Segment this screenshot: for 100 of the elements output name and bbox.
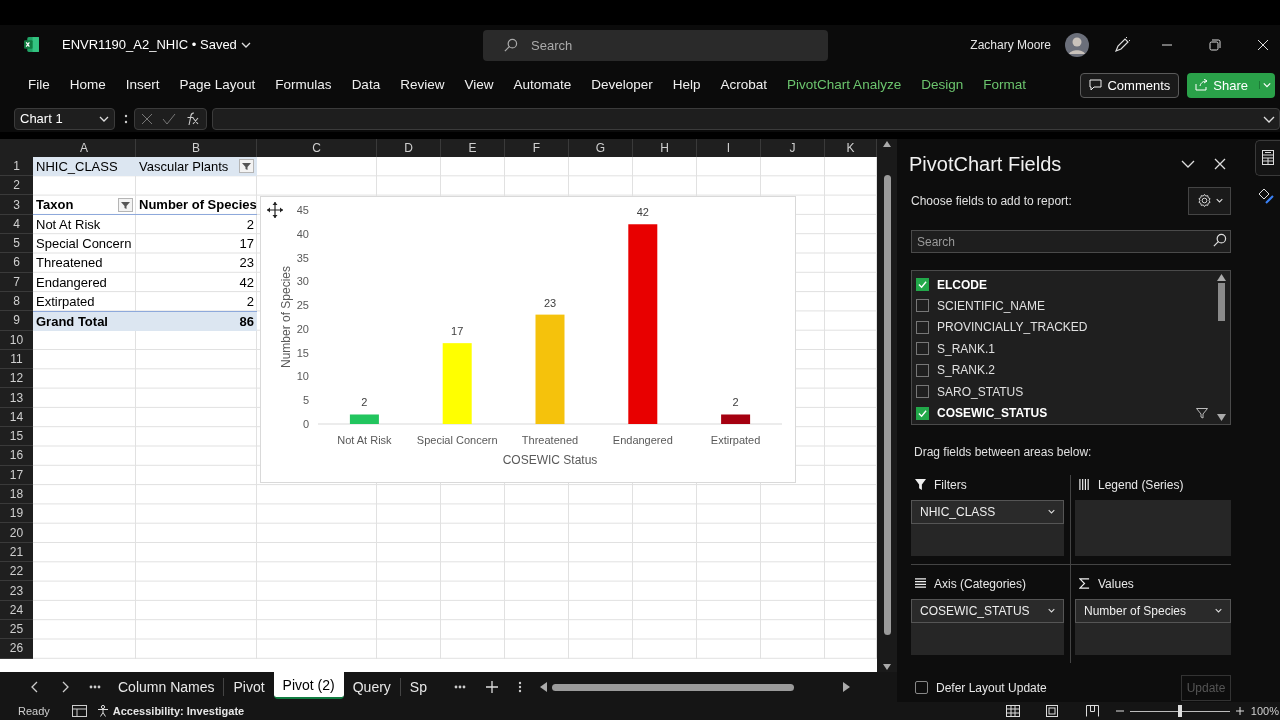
area-field-dropdown[interactable]: COSEWIC_STATUS (911, 598, 1064, 623)
scroll-right-icon[interactable] (843, 682, 850, 693)
row-header[interactable]: 13 (0, 388, 33, 408)
scrollbar-thumb[interactable] (1217, 283, 1225, 322)
drop-area[interactable]: NHIC_CLASS (911, 499, 1064, 556)
row-header[interactable]: 16 (0, 446, 33, 466)
row-header[interactable]: 3 (0, 195, 33, 215)
field-checkbox[interactable] (916, 342, 929, 356)
zoom-in-icon[interactable] (1235, 707, 1244, 716)
column-header[interactable]: F (505, 138, 569, 157)
expand-icon[interactable] (1263, 114, 1275, 124)
ribbon-tab[interactable]: Page Layout (169, 75, 266, 96)
document-title[interactable]: ENVR1190_A2_NHIC • Saved (62, 34, 251, 55)
area-field-dropdown[interactable]: NHIC_CLASS (911, 499, 1064, 524)
scroll-left-icon[interactable] (540, 682, 547, 693)
field-name[interactable]: SARO_STATUS (937, 382, 1024, 401)
row-header[interactable]: 6 (0, 253, 33, 273)
function-icon[interactable] (185, 112, 200, 126)
fields-pane-tab[interactable] (1255, 139, 1280, 176)
ribbon-tab[interactable]: Automate (503, 75, 582, 96)
row-header[interactable]: 22 (0, 562, 33, 582)
ribbon-tab[interactable]: Data (341, 75, 391, 96)
add-sheet-icon[interactable] (486, 681, 498, 694)
field-name[interactable]: SCIENTIFIC_NAME (937, 296, 1045, 315)
bar[interactable] (628, 224, 658, 424)
column-header[interactable]: H (633, 138, 697, 157)
field-checkbox[interactable] (916, 278, 929, 292)
formula-input[interactable] (212, 108, 1280, 130)
ribbon-tab[interactable]: Review (390, 75, 455, 96)
settings-button[interactable] (1188, 186, 1231, 215)
sheet-tab[interactable]: Pivot (2) (273, 672, 344, 700)
field-name[interactable]: ELCODE (937, 275, 987, 294)
sheet-stats-icon[interactable] (71, 705, 87, 718)
format-brush-icon[interactable] (1258, 187, 1274, 204)
sheet-tab[interactable]: Query (343, 676, 400, 698)
column-header[interactable]: D (377, 138, 441, 157)
column-header[interactable]: A (33, 138, 136, 157)
cancel-icon[interactable] (141, 113, 153, 125)
accessibility-button[interactable]: Accessibility: Investigate (96, 702, 245, 720)
drop-area[interactable]: COSEWIC_STATUS (911, 598, 1064, 655)
ribbon-tab[interactable]: Insert (115, 75, 170, 96)
row-header[interactable]: 19 (0, 504, 33, 524)
scroll-down-icon[interactable] (1216, 413, 1226, 421)
avatar-icon[interactable] (1065, 32, 1089, 57)
more-icon[interactable] (124, 113, 128, 125)
zoom-slider[interactable] (1129, 705, 1230, 718)
row-header[interactable]: 23 (0, 581, 33, 601)
filter-button-icon[interactable] (239, 159, 254, 174)
area-field-dropdown[interactable]: Number of Species (1075, 598, 1231, 623)
field-checkbox[interactable] (916, 299, 929, 313)
search-field[interactable]: Search (483, 29, 828, 61)
user-name[interactable]: Zachary Moore (970, 35, 1051, 54)
ribbon-tab[interactable]: View (454, 75, 504, 96)
zoom-thumb[interactable] (1177, 705, 1182, 718)
field-name[interactable]: PROVINCIALLY_TRACKED (937, 318, 1088, 337)
field-checkbox[interactable] (916, 320, 929, 334)
search-field[interactable]: Search (911, 230, 1231, 254)
ribbon-tab[interactable]: Developer (581, 75, 663, 96)
scrollbar-thumb[interactable] (552, 683, 794, 691)
field-name[interactable]: COSEWIC_STATUS (937, 404, 1048, 423)
field-name[interactable]: S_RANK.2 (937, 361, 996, 380)
row-header[interactable]: 9 (0, 311, 33, 331)
ribbon-tab[interactable]: Format (973, 75, 1036, 96)
ribbon-tab[interactable]: Formulas (265, 75, 342, 96)
field-name[interactable]: S_RANK.1 (937, 339, 996, 358)
bar[interactable] (721, 414, 751, 424)
previous-sheet-icon[interactable] (30, 681, 38, 694)
more-icon[interactable] (454, 685, 466, 690)
column-header[interactable]: E (441, 138, 505, 157)
ribbon-tab[interactable]: Help (662, 75, 711, 96)
column-header[interactable]: J (761, 138, 825, 157)
normal-view-icon[interactable] (1005, 705, 1020, 718)
zoom-level[interactable]: 100% (1250, 702, 1279, 720)
row-header[interactable]: 20 (0, 523, 33, 543)
ribbon-tab[interactable]: Design (911, 75, 974, 96)
comments-button[interactable]: Comments (1080, 72, 1180, 98)
scrollbar-thumb[interactable] (883, 174, 891, 635)
column-header[interactable]: I (697, 138, 761, 157)
ribbon-tab[interactable]: Home (59, 75, 116, 96)
close-icon[interactable] (1257, 38, 1269, 51)
more-vertical-icon[interactable] (518, 681, 522, 694)
close-icon[interactable] (1214, 157, 1226, 170)
column-header[interactable]: G (569, 138, 633, 157)
sheet-tab[interactable]: Sp (400, 676, 436, 698)
column-header[interactable]: C (257, 138, 377, 157)
horizontal-scrollbar[interactable] (540, 681, 850, 694)
ribbon-tab[interactable]: PivotChart Analyze (777, 75, 912, 96)
vertical-scrollbar[interactable] (877, 138, 897, 673)
sheet-tab[interactable]: Pivot (224, 676, 274, 698)
check-icon[interactable] (162, 113, 176, 125)
ribbon-tab[interactable]: File (18, 75, 60, 96)
scroll-up-icon[interactable] (883, 140, 891, 147)
page-layout-icon[interactable] (1045, 705, 1058, 718)
pen-icon[interactable] (1113, 35, 1131, 54)
field-checkbox[interactable] (916, 363, 929, 377)
restore-icon[interactable] (1209, 38, 1221, 51)
defer-checkbox[interactable] (915, 681, 928, 695)
collapse-icon[interactable] (1181, 158, 1195, 169)
row-header[interactable]: 26 (0, 639, 33, 659)
row-header[interactable]: 12 (0, 369, 33, 389)
